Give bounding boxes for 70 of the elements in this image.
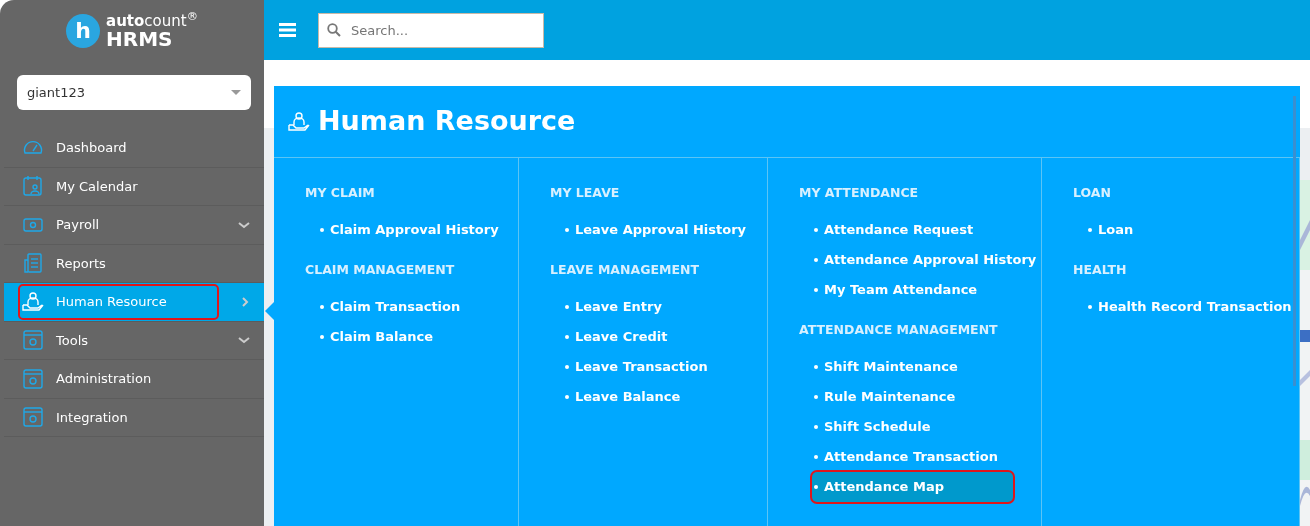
bullet-icon [1088, 304, 1092, 309]
menu-link[interactable]: Leave Transaction [563, 351, 767, 382]
chevron-down-icon [238, 335, 250, 346]
gear-window-icon [22, 367, 44, 390]
sidebar-item[interactable]: Tools [4, 321, 264, 360]
bullet-icon [320, 227, 324, 232]
menu-link[interactable]: Leave Credit [563, 321, 767, 352]
bullet-icon [814, 394, 818, 399]
calendar-icon [22, 175, 44, 198]
menu-link[interactable]: Attendance Transaction [812, 441, 1041, 472]
scrollbar[interactable] [1293, 96, 1296, 386]
menu-link[interactable]: Shift Maintenance [812, 351, 1041, 382]
section-heading: LOAN [1073, 184, 1112, 202]
menu-link[interactable]: Leave Approval History [563, 214, 767, 245]
menu-link[interactable]: Attendance Map [812, 471, 1013, 502]
menu-link[interactable]: Shift Schedule [812, 411, 1041, 442]
section-heading: MY LEAVE [550, 184, 621, 202]
menu-title: Human Resource [318, 104, 576, 139]
section-heading: MY ATTENDANCE [799, 184, 920, 202]
person-hand-icon [288, 110, 310, 133]
person-hand-icon [22, 290, 44, 313]
logo-product: HRMS [106, 28, 174, 49]
document-icon [22, 252, 44, 275]
logo-mark: h [66, 14, 101, 48]
bullet-icon [565, 394, 569, 399]
menu-link[interactable]: Health Record Transaction [1086, 291, 1299, 322]
sidebar-item[interactable]: Administration [4, 360, 264, 399]
menu-link[interactable]: Claim Approval History [318, 214, 518, 245]
sidebar-item[interactable]: Dashboard [4, 129, 264, 168]
sidebar-item[interactable]: Payroll [4, 206, 264, 245]
bullet-icon [814, 257, 818, 262]
menu-link[interactable]: Loan [1086, 214, 1299, 245]
menu-link[interactable]: Attendance Approval History [812, 244, 1041, 275]
bullet-icon [565, 227, 569, 232]
gear-window-icon [22, 406, 44, 429]
search-field[interactable]: Search... [318, 12, 544, 48]
section-heading: LEAVE MANAGEMENT [550, 260, 700, 279]
menu-link[interactable]: Attendance Request [812, 214, 1041, 245]
sidebar-item[interactable]: My Calendar [4, 167, 264, 206]
logo-brand: autocount$^{®}$ [106, 13, 198, 29]
bullet-icon [814, 364, 818, 369]
bullet-icon [814, 454, 818, 459]
bullet-icon [565, 334, 569, 339]
bullet-icon [814, 287, 818, 292]
menu-link[interactable]: Claim Transaction [318, 291, 518, 322]
menu-link[interactable]: Leave Balance [563, 381, 767, 412]
section-heading: ATTENDANCE MANAGEMENT [799, 320, 999, 339]
section-heading: CLAIM MANAGEMENT [305, 260, 456, 279]
sidebar-item[interactable]: Human Resource [4, 283, 264, 322]
bullet-icon [565, 364, 569, 369]
menu-link[interactable]: Rule Maintenance [812, 381, 1041, 412]
section-heading: HEALTH [1073, 260, 1128, 279]
menu-icon[interactable] [279, 23, 296, 37]
section-heading: MY CLAIM [305, 184, 376, 202]
chevron-right-icon [240, 296, 250, 307]
menu-link[interactable]: Claim Balance [318, 321, 518, 352]
company-select[interactable]: giant123 [17, 75, 251, 110]
bullet-icon [320, 304, 324, 309]
bullet-icon [814, 424, 818, 429]
bullet-icon [1088, 227, 1092, 232]
bullet-icon [814, 227, 818, 232]
menu-link[interactable]: My Team Attendance [812, 274, 1041, 305]
bullet-icon [814, 484, 818, 489]
menu-link[interactable]: Leave Entry [563, 291, 767, 322]
chevron-down-icon [238, 219, 250, 230]
caret-icon [231, 90, 241, 95]
sidebar-item[interactable]: Integration [4, 398, 264, 437]
bullet-icon [320, 334, 324, 339]
bullet-icon [565, 304, 569, 309]
gear-window-icon [22, 329, 44, 352]
